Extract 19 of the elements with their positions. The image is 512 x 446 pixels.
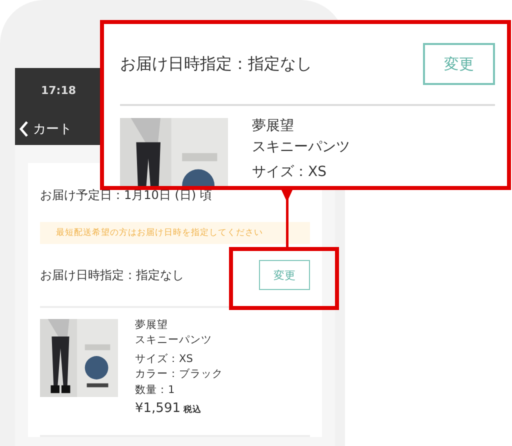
status-time: 17:18 [41,84,76,96]
color-text: カラー：ブラック [135,368,223,382]
delivery-spec-label: お届け日時指定：指定なし [40,266,184,284]
tax-label: 税込 [184,404,202,415]
brand-name: 夢展望 [252,118,295,136]
product-name: スキニーパンツ [252,138,350,156]
size-text: サイズ：XS [252,164,328,182]
price: ¥1,591 [135,400,180,416]
back-button[interactable]: カート [19,120,72,138]
brand-name: 夢展望 [135,319,169,332]
delivery-date: お届け予定日：1月10日 (日) 頃 [40,187,213,204]
notice-banner: 最短配送希望の方はお届け日時を指定してください [40,222,310,244]
product-name: スキニーパンツ [135,334,213,348]
delivery-spec-label: お届け日時指定：指定なし [120,54,312,74]
change-button[interactable]: 変更 [259,260,310,290]
quantity-text: 数量：1 [135,384,176,397]
change-button[interactable]: 変更 [423,43,495,85]
chevron-icon [19,120,29,136]
size-text: サイズ：XS [135,353,194,366]
